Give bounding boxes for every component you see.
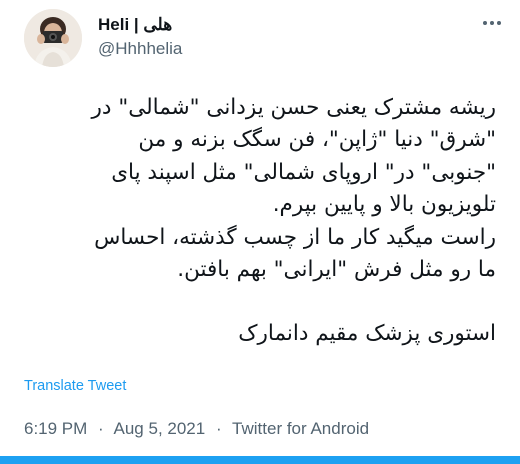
tweet-meta: 6:19 PM · Aug 5, 2021 · Twitter for Andr… [24, 419, 369, 439]
tweet-text-line: "شرق" دنیا "ژاپن"، فن سگک بزنه و من [138, 127, 496, 153]
tweet-date[interactable]: Aug 5, 2021 [114, 419, 206, 438]
meta-separator: · [215, 419, 222, 438]
tweet-text-line: تلویزیون بالا و پایین بپرم. [272, 192, 496, 218]
tweet-text-line: "جنوبی" در" اروپای شمالی" مثل اسپند پای [111, 159, 496, 185]
author-display-name[interactable]: Heli | هلی [98, 15, 172, 35]
tweet-text: ریشه مشترک یعنی حسن یزدانی "شمالی" در "ش… [24, 92, 496, 351]
tweet-time[interactable]: 6:19 PM [24, 419, 87, 438]
translate-tweet-link[interactable]: Translate Tweet [24, 378, 126, 394]
avatar-image [24, 9, 82, 67]
meta-separator: · [98, 419, 104, 438]
author-handle[interactable]: @Hhhhelia [98, 39, 182, 59]
tweet-text-line: ما رو مثل فرش "ایرانی" بهم بافتن. [177, 257, 496, 283]
tweet-text-line: ریشه مشترک یعنی حسن یزدانی "شمالی" در [91, 95, 496, 120]
more-options-button[interactable] [478, 12, 506, 34]
tweet-card: Heli | هلی @Hhhhelia ریشه مشترک یعنی حسن… [0, 0, 520, 464]
more-horizontal-icon [483, 21, 501, 25]
bottom-accent-bar [0, 456, 520, 464]
tweet-text-line: راست میگید کار ما از چسب گذشته، احساس [94, 224, 496, 250]
tweet-signature: استوری پزشک مقیم دانمارک [238, 321, 496, 347]
avatar[interactable] [24, 9, 82, 67]
tweet-source[interactable]: Twitter for Android [232, 419, 369, 438]
author-name-row[interactable]: Heli | هلی [98, 15, 172, 35]
